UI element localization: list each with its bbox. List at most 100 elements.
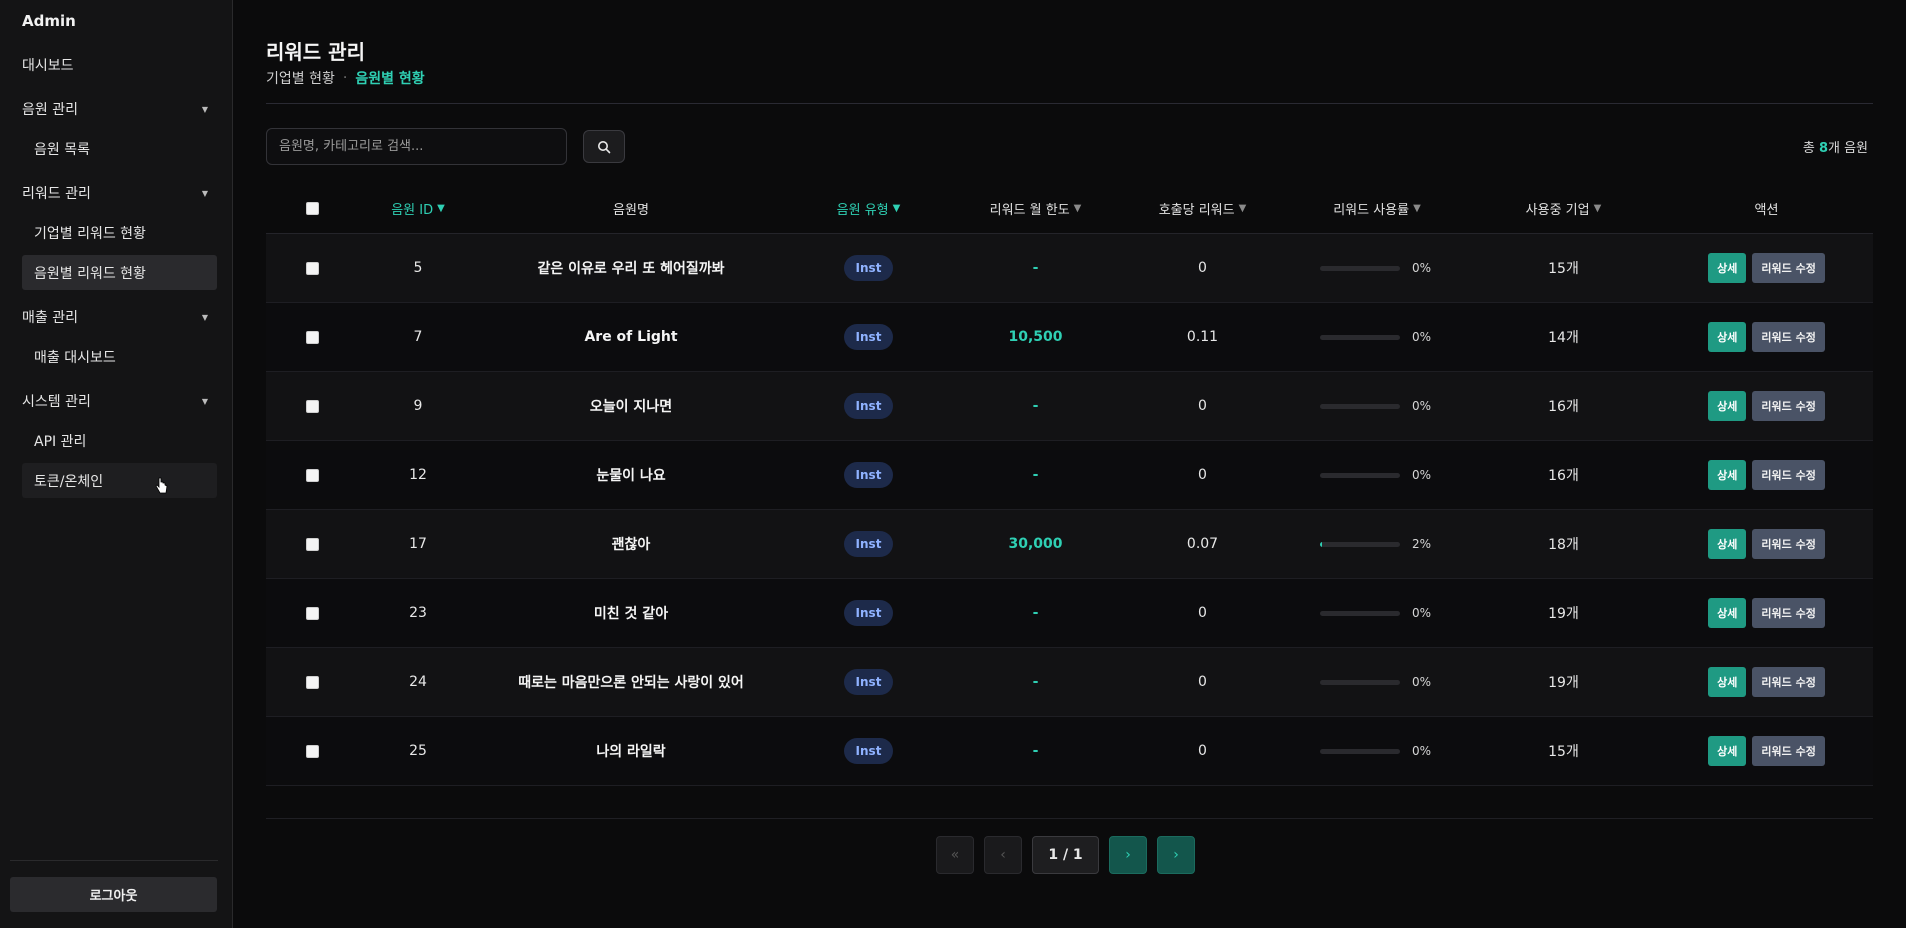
table-row[interactable]: 25 나의 라일락 Inst - 0 0% 15개 상세 리워드 수정: [266, 717, 1873, 786]
nav-group-reward[interactable]: 리워드 관리 ▼: [22, 183, 212, 203]
nav-item-music-reward[interactable]: 음원별 리워드 현황: [22, 255, 217, 290]
edit-reward-button[interactable]: 리워드 수정: [1752, 391, 1825, 421]
edit-reward-button[interactable]: 리워드 수정: [1752, 253, 1825, 283]
detail-button[interactable]: 상세: [1708, 253, 1747, 283]
table-row[interactable]: 12 눈물이 나요 Inst - 0 0% 16개 상세 리워드 수정: [266, 441, 1873, 510]
page-title: 리워드 관리: [266, 40, 365, 64]
table-row[interactable]: 9 오늘이 지나면 Inst - 0 0% 16개 상세 리워드 수정: [266, 372, 1873, 441]
search-input[interactable]: [266, 128, 567, 165]
edit-reward-button[interactable]: 리워드 수정: [1752, 736, 1825, 766]
table-row[interactable]: 7 Are of Light Inst 10,500 0.11 0% 14개 상세 리워드 수정: [266, 303, 1873, 372]
row-checkbox[interactable]: [305, 606, 319, 620]
nav-group-label: 시스템 관리: [22, 394, 91, 410]
nav-item-token-onchain[interactable]: 토큰/온체인: [22, 463, 217, 498]
header-monthly-limit[interactable]: 리워드 월 한도 ▼: [953, 199, 1118, 218]
music-name: 같은 이유로 우리 또 헤어질까봐: [537, 261, 725, 277]
detail-button[interactable]: 상세: [1708, 736, 1747, 766]
header-name: 음원명: [613, 203, 649, 218]
usage-bar: [1320, 472, 1400, 478]
usage-cell: 0%: [1287, 606, 1467, 620]
edit-reward-button[interactable]: 리워드 수정: [1752, 460, 1825, 490]
type-cell: Inst: [784, 393, 953, 419]
sort-icon: ▼: [437, 203, 445, 214]
header-companies[interactable]: 사용중 기업 ▼: [1467, 199, 1660, 218]
usage-cell: 0%: [1287, 399, 1467, 413]
type-cell: Inst: [784, 462, 953, 488]
type-cell: Inst: [784, 669, 953, 695]
type-badge: Inst: [843, 393, 894, 419]
header-id[interactable]: 음원 ID ▼: [358, 199, 478, 218]
detail-button[interactable]: 상세: [1708, 460, 1747, 490]
type-cell: Inst: [784, 738, 953, 764]
row-checkbox[interactable]: [305, 537, 319, 551]
row-checkbox[interactable]: [305, 261, 319, 275]
select-all-checkbox[interactable]: [305, 202, 319, 215]
nav-dashboard[interactable]: 대시보드: [22, 55, 212, 75]
detail-button[interactable]: 상세: [1708, 667, 1747, 697]
company-count: 15개: [1548, 261, 1579, 277]
music-reward-table: 음원 ID ▼ 음원명 음원 유형 ▼ 리워드 월 한도 ▼ 호출당 리워드 ▼ 리워드…: [266, 184, 1873, 786]
row-checkbox[interactable]: [305, 330, 319, 344]
header-per-call[interactable]: 호출당 리워드 ▼: [1118, 199, 1287, 218]
usage-bar: [1320, 334, 1400, 340]
breadcrumb-music[interactable]: 음원별 현황: [355, 68, 424, 88]
music-id: 24: [409, 674, 427, 690]
nav-group-sales[interactable]: 매출 관리 ▼: [22, 307, 212, 327]
nav-item-music-list[interactable]: 음원 목록: [22, 131, 217, 166]
actions-cell: 상세 리워드 수정: [1660, 460, 1873, 490]
select-cell: [266, 468, 358, 482]
sort-icon: ▼: [1413, 203, 1421, 214]
table-row[interactable]: 17 괜찮아 Inst 30,000 0.07 2% 18개 상세 리워드 수정: [266, 510, 1873, 579]
prev-page-button[interactable]: ‹: [984, 836, 1022, 874]
edit-reward-button[interactable]: 리워드 수정: [1752, 322, 1825, 352]
logout-button[interactable]: 로그아웃: [10, 877, 217, 912]
caret-down-icon: ▼: [201, 396, 208, 406]
usage-bar: [1320, 679, 1400, 685]
header-type[interactable]: 음원 유형 ▼: [784, 199, 953, 218]
nav-group-music[interactable]: 음원 관리 ▼: [22, 99, 212, 119]
last-page-button[interactable]: ›: [1157, 836, 1195, 874]
row-checkbox[interactable]: [305, 675, 319, 689]
usage-cell: 0%: [1287, 261, 1467, 275]
nav-item-sales-dashboard[interactable]: 매출 대시보드: [22, 339, 217, 374]
next-page-button[interactable]: ›: [1109, 836, 1147, 874]
detail-button[interactable]: 상세: [1708, 598, 1747, 628]
breadcrumb-company[interactable]: 기업별 현황: [266, 68, 335, 88]
nav-item-company-reward[interactable]: 기업별 리워드 현황: [22, 215, 217, 250]
type-cell: Inst: [784, 600, 953, 626]
per-call-reward: 0: [1198, 605, 1207, 621]
per-call-reward: 0: [1198, 743, 1207, 759]
header-usage[interactable]: 리워드 사용률 ▼: [1287, 199, 1467, 218]
row-checkbox[interactable]: [305, 399, 319, 413]
search-button[interactable]: [583, 130, 625, 163]
detail-button[interactable]: 상세: [1708, 391, 1747, 421]
usage-cell: 0%: [1287, 468, 1467, 482]
row-checkbox[interactable]: [305, 744, 319, 758]
music-id: 23: [409, 605, 427, 621]
usage-bar: [1320, 541, 1400, 547]
per-call-reward: 0: [1198, 467, 1207, 483]
nav-group-system[interactable]: 시스템 관리 ▼: [22, 391, 212, 411]
detail-button[interactable]: 상세: [1708, 529, 1747, 559]
table-row[interactable]: 24 때로는 마음만으론 안되는 사랑이 있어 Inst - 0 0% 19개 상세 리워드 수…: [266, 648, 1873, 717]
row-checkbox[interactable]: [305, 468, 319, 482]
usage-percent: 0%: [1412, 261, 1432, 275]
table-row[interactable]: 5 같은 이유로 우리 또 헤어질까봐 Inst - 0 0% 15개 상세 리워드 수정: [266, 234, 1873, 303]
monthly-limit: -: [1032, 605, 1039, 621]
caret-down-icon: ▼: [201, 104, 208, 114]
select-all-cell: [266, 202, 358, 215]
breadcrumb: 기업별 현황 · 음원별 현황: [266, 68, 425, 88]
music-name: Are of Light: [584, 329, 678, 345]
music-name: 미친 것 같아: [593, 606, 669, 622]
edit-reward-button[interactable]: 리워드 수정: [1752, 598, 1825, 628]
nav-item-api[interactable]: API 관리: [22, 423, 217, 458]
edit-reward-button[interactable]: 리워드 수정: [1752, 529, 1825, 559]
page-indicator: 1 / 1: [1032, 836, 1099, 874]
company-count: 18개: [1548, 537, 1579, 553]
edit-reward-button[interactable]: 리워드 수정: [1752, 667, 1825, 697]
company-count: 19개: [1548, 606, 1579, 622]
first-page-button[interactable]: «: [936, 836, 974, 874]
usage-percent: 0%: [1412, 468, 1432, 482]
table-row[interactable]: 23 미친 것 같아 Inst - 0 0% 19개 상세 리워드 수정: [266, 579, 1873, 648]
detail-button[interactable]: 상세: [1708, 322, 1747, 352]
